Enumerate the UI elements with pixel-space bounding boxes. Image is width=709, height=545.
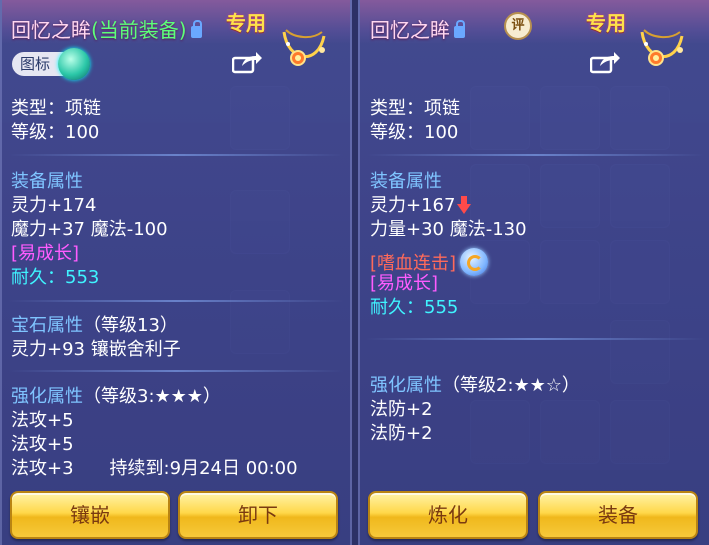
gem-attr: 灵力+93 镶嵌舍利子 [11,339,181,360]
compare-item-panel: 回忆之眸 评 专用 类型：项链 等级：100 装备属性 灵力+167 力量+30… [358,0,709,545]
type-line: 类型：项链 [370,98,460,119]
item-name: 回忆之眸 [11,18,91,42]
exclusive-tag: 专用 [586,11,626,35]
level-line: 等级：100 [11,122,100,143]
share-icon[interactable] [232,52,262,74]
equip-attributes: 装备属性 灵力+174 魔力+37 魔法-100 [易成长] 耐久：553 [11,170,168,290]
enhance-attr-1: 法防+2 [370,399,433,420]
equipped-item-panel: 回忆之眸(当前装备) 专用 图标 类型：项链 等级：100 装备属性 灵力+17… [0,0,352,545]
special-tag: [易成长] [11,243,80,264]
enhance-attr-1: 法攻+5 [11,410,74,431]
skill-tag: [嗜血连击] [370,253,457,274]
emblem-label: 图标 [20,55,51,73]
equip-attr-heading: 装备属性 [11,171,83,192]
divider [8,300,344,302]
special-tag: [易成长] [370,273,439,294]
enhance-attr-2: 法防+2 [370,423,433,444]
necklace-icon [640,29,684,66]
equip-attr-1: 灵力+174 [11,195,97,216]
enhance-heading: 强化属性 [370,375,442,396]
divider [366,154,705,156]
equip-button[interactable]: 装备 [538,491,698,539]
durability: 耐久：555 [370,297,459,318]
enhance-attr-3: 法攻+3 [11,458,74,479]
lock-icon [190,20,202,38]
equip-attr-heading: 装备属性 [370,171,442,192]
exclusive-tag: 专用 [226,11,266,35]
share-icon[interactable] [590,52,620,74]
refresh-icon[interactable] [460,248,489,276]
gem-level: （等级13） [83,315,178,336]
arrow-down-icon [457,196,472,214]
item-details: 类型：项链 等级：100 [11,97,101,145]
enhance-level: （等级2:★★☆） [442,375,580,396]
gem-attributes: 宝石属性（等级13） 灵力+93 镶嵌舍利子 [11,314,181,362]
divider [366,338,705,340]
unequip-button[interactable]: 卸下 [178,491,338,539]
emblem-toggle[interactable]: 图标 [12,48,91,80]
enhance-attributes: 强化属性（等级2:★★☆） 法防+2 法防+2 [370,374,580,446]
equip-attr-2: 魔力+37 魔法-100 [11,219,168,240]
equip-attributes: 装备属性 灵力+167 力量+30 魔法-130 [嗜血连击] [易成长] 耐久… [370,170,527,320]
enhance-attributes: 强化属性（等级3:★★★） 法攻+5 法攻+5 法攻+3 持续到:9月24日 00… [11,385,298,481]
necklace-icon [282,29,326,66]
inlay-button[interactable]: 镶嵌 [10,491,170,539]
item-details: 类型：项链 等级：100 [370,97,460,145]
equipped-status: (当前装备) [91,18,187,42]
enhance-duration: 持续到:9月24日 00:00 [109,458,298,479]
enhance-attr-2: 法攻+5 [11,434,74,455]
refine-button[interactable]: 炼化 [368,491,528,539]
equip-attr-2: 力量+30 魔法-130 [370,219,527,240]
level-line: 等级：100 [370,122,459,143]
equip-attr-1: 灵力+167 [370,195,456,216]
gem-heading: 宝石属性 [11,315,83,336]
lock-icon [454,20,465,38]
ping-icon[interactable]: 评 [504,12,532,40]
enhance-heading: 强化属性 [11,386,83,407]
item-name: 回忆之眸 [370,18,450,42]
item-title: 回忆之眸 [370,14,465,43]
emblem-orb-icon [58,48,91,80]
divider [8,154,344,156]
durability: 耐久：553 [11,267,100,288]
enhance-level: （等级3:★★★） [83,386,221,407]
divider [8,370,344,372]
type-line: 类型：项链 [11,98,101,119]
item-title: 回忆之眸(当前装备) [11,14,202,43]
